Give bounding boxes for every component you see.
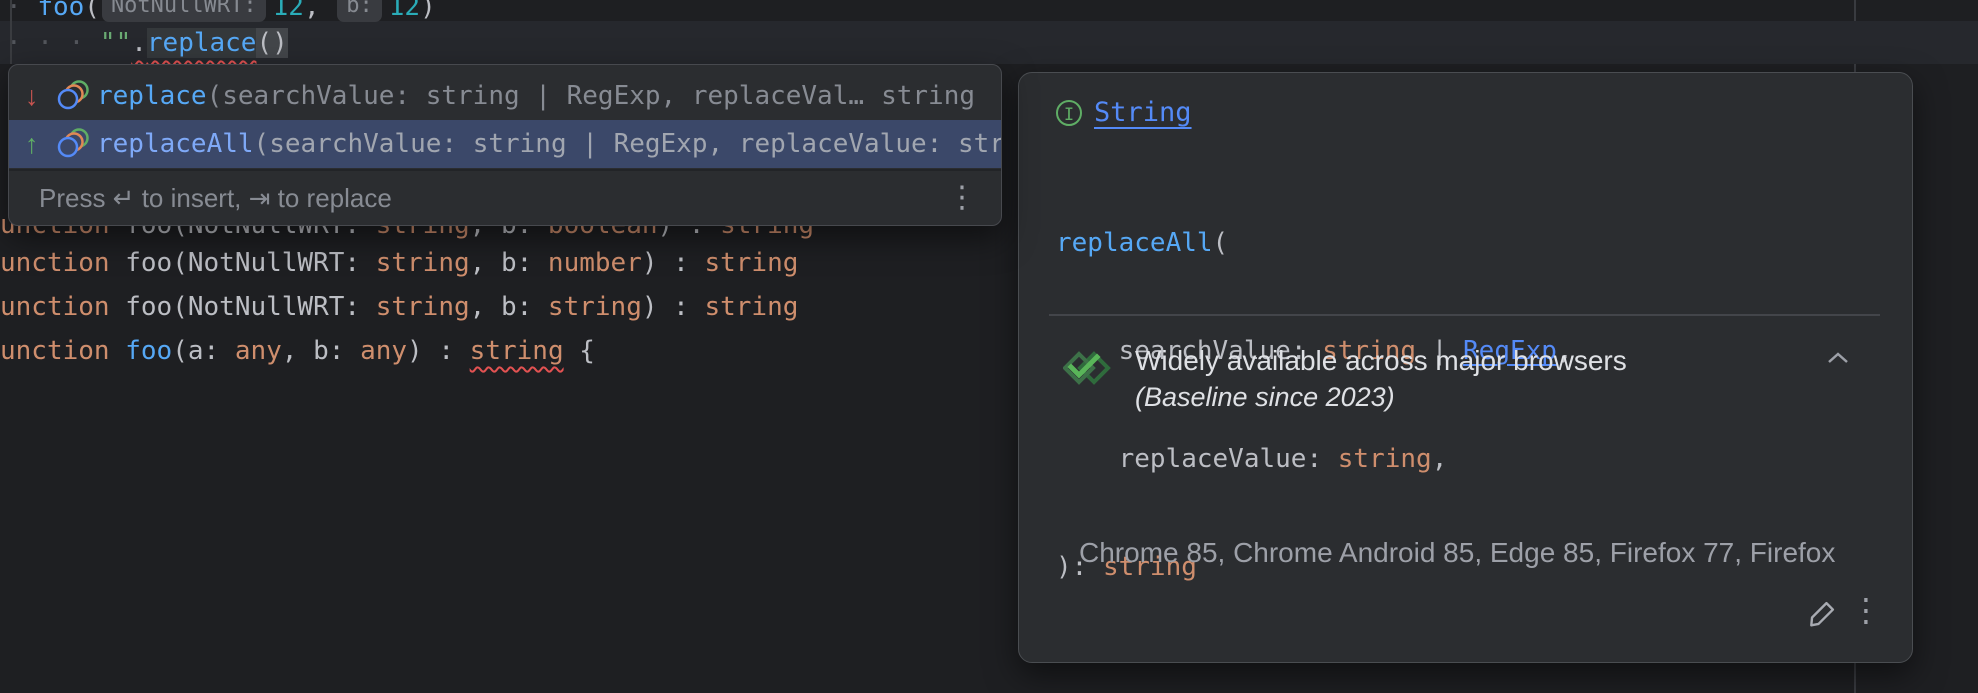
- token: .: [131, 28, 147, 58]
- signature-line: replaceAll(: [1056, 225, 1573, 261]
- completion-hint: Press ↵ to insert, ⇥ to replace: [39, 183, 392, 214]
- token: (: [172, 248, 188, 278]
- token: 12: [273, 0, 304, 22]
- token: a: [188, 336, 204, 366]
- method-icon: [55, 79, 97, 113]
- completion-item-return-type: string: [881, 81, 1001, 111]
- token: b: [501, 292, 517, 322]
- code-line-overload-1[interactable]: unction foo(NotNullWRT: string, b: numbe…: [0, 241, 798, 285]
- token: foo: [125, 336, 172, 366]
- doc-owner-row: I String: [1056, 97, 1192, 128]
- token: · · ·: [6, 28, 100, 58]
- token: b: [313, 336, 329, 366]
- chevron-up-icon[interactable]: [1826, 351, 1850, 370]
- token: ) :: [642, 292, 705, 322]
- completion-footer: Press ↵ to insert, ⇥ to replace ⋮: [9, 169, 1001, 225]
- token: unction: [0, 248, 125, 278]
- token: ,: [282, 336, 313, 366]
- token: ) :: [642, 248, 705, 278]
- completion-item-params: (searchValue: string | RegExp, replaceVa…: [254, 129, 1001, 159]
- edit-pencil-icon[interactable]: [1805, 595, 1841, 636]
- code-line-overload-3[interactable]: unction foo(a: any, b: any) : string {: [0, 329, 595, 373]
- token: :: [517, 248, 548, 278]
- code-line-overload-2[interactable]: unction foo(NotNullWRT: string, b: strin…: [0, 285, 798, 329]
- arrow-down-icon: ↓: [25, 81, 55, 112]
- token: string: [376, 292, 470, 322]
- token: (: [84, 0, 100, 22]
- token: :: [204, 336, 235, 366]
- token: ): [420, 0, 436, 22]
- doc-more-options-icon[interactable]: ⋮: [1850, 591, 1882, 629]
- ide-editor: · foo(NotNullWRT:12, b:12) · · · "".repl…: [0, 0, 1978, 693]
- arrow-up-icon: ↑: [25, 129, 55, 160]
- completion-item-params: (searchValue: string | RegExp, replaceVa…: [207, 81, 880, 111]
- token: 12: [389, 0, 420, 22]
- token: ,: [470, 248, 501, 278]
- token: :: [344, 292, 375, 322]
- token: ,: [304, 0, 335, 22]
- baseline-section: Widely available across major browsers (…: [1063, 343, 1627, 415]
- token: string: [704, 292, 798, 322]
- token: string: [470, 336, 564, 366]
- token: foo: [125, 292, 172, 322]
- token: NotNullWRT: [188, 248, 345, 278]
- method-icon: [55, 127, 97, 161]
- token: foo: [125, 248, 172, 278]
- divider: [1049, 314, 1880, 316]
- token: ) :: [407, 336, 470, 366]
- token: unction: [0, 336, 125, 366]
- completion-list: ↓ replace (searchValue: string | RegExp,…: [9, 65, 1001, 168]
- token: unction: [0, 292, 125, 322]
- completion-item-replace[interactable]: ↓ replace (searchValue: string | RegExp,…: [9, 72, 1001, 120]
- token: string: [376, 248, 470, 278]
- completion-item-name: replace: [97, 81, 207, 111]
- token: {: [564, 336, 595, 366]
- token: :: [344, 248, 375, 278]
- completion-item-name: replaceAll: [97, 129, 254, 159]
- baseline-subtitle: (Baseline since 2023): [1135, 379, 1627, 415]
- token: replaceAll: [1056, 228, 1213, 258]
- token: :: [517, 292, 548, 322]
- token: number: [548, 248, 642, 278]
- token: :: [329, 336, 360, 366]
- doc-description: The replaceAll() method of String ↗ valu…: [1053, 577, 1823, 663]
- token: NotNullWRT: [188, 292, 345, 322]
- token: foo: [37, 0, 84, 22]
- code-line-replace-call[interactable]: · · · "".replace(): [6, 21, 288, 65]
- token: (: [1213, 228, 1229, 258]
- more-options-icon[interactable]: ⋮: [947, 183, 977, 213]
- token: any: [235, 336, 282, 366]
- token: b: [501, 248, 517, 278]
- browser-support-line: Chrome 85, Chrome Android 85, Edge 85, F…: [1079, 531, 1835, 574]
- completion-popup: ↓ replace (searchValue: string | RegExp,…: [8, 64, 1002, 226]
- token: NotNullWRT:: [102, 0, 266, 22]
- token: b:: [337, 0, 382, 22]
- completion-item-replaceall[interactable]: ↑ replaceAll (searchValue: string | RegE…: [9, 120, 1001, 168]
- token: string: [704, 248, 798, 278]
- token: "": [100, 28, 131, 58]
- token: ,: [470, 292, 501, 322]
- token: (: [172, 292, 188, 322]
- baseline-title: Widely available across major browsers: [1135, 343, 1627, 379]
- interface-icon: I: [1056, 100, 1082, 126]
- token: any: [360, 336, 407, 366]
- baseline-text: Widely available across major browsers (…: [1135, 343, 1627, 415]
- string-type-link[interactable]: String: [1094, 97, 1192, 128]
- token: ·: [6, 0, 37, 22]
- token: (: [172, 336, 188, 366]
- token: replace: [147, 28, 257, 58]
- documentation-popup: I String replaceAll( searchValue: string…: [1018, 72, 1913, 663]
- token: (): [256, 28, 287, 58]
- token: string: [548, 292, 642, 322]
- baseline-widely-available-icon: [1063, 351, 1115, 390]
